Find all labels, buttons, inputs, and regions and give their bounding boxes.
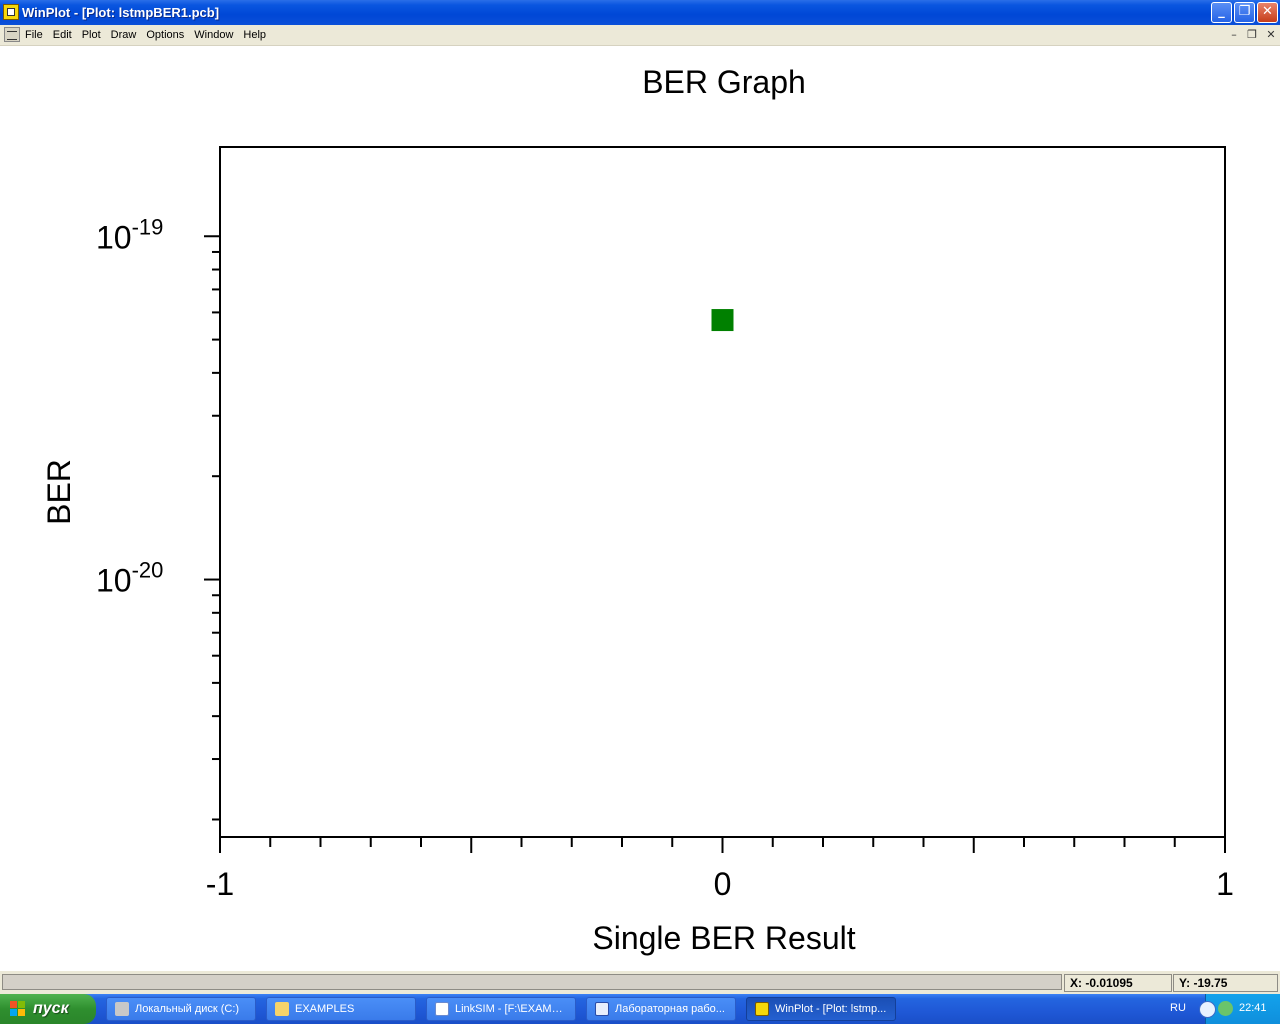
mdi-close-button[interactable]: ✕ — [1263, 28, 1279, 42]
y-axis-ticks — [204, 235, 220, 821]
word-document-icon — [595, 1002, 609, 1016]
task-linksim[interactable]: LinkSIM - [F:\EXAMPL... — [426, 997, 576, 1021]
start-button[interactable]: пуск — [0, 994, 96, 1024]
ber-chart[interactable]: BER Graph -1 0 1 10-19 10-20 Single BER Res… — [0, 46, 1280, 970]
minimize-button[interactable]: _ — [1211, 2, 1232, 23]
data-point-marker — [711, 309, 734, 332]
system-tray: 22:41 — [1199, 994, 1280, 1024]
chart-title: BER Graph — [642, 64, 806, 100]
language-indicator[interactable]: RU — [1170, 1002, 1186, 1014]
winplot-app-icon[interactable] — [3, 4, 19, 20]
menu-items: File Edit Plot Draw Options Window Help — [20, 28, 271, 42]
winplot-icon — [755, 1002, 769, 1016]
x-tick-label: -1 — [206, 866, 234, 902]
document-system-menu-icon[interactable] — [4, 27, 20, 42]
mdi-restore-button[interactable]: ❐ — [1244, 28, 1260, 42]
task-label: LinkSIM - [F:\EXAMPL... — [455, 1003, 569, 1015]
show-hidden-icons-chevron-icon[interactable] — [1199, 1001, 1216, 1018]
x-coordinate-readout: X: -0.01095 — [1064, 974, 1172, 992]
task-label: WinPlot - [Plot: lstmp... — [775, 1003, 887, 1015]
folder-icon — [275, 1002, 289, 1016]
windows-flag-icon — [10, 1001, 26, 1017]
mdi-minimize-button[interactable]: – — [1226, 28, 1242, 42]
task-label: EXAMPLES — [295, 1003, 355, 1015]
window-title: WinPlot - [Plot: lstmpBER1.pcb] — [22, 5, 220, 20]
app-window-icon — [435, 1002, 449, 1016]
x-axis-label: Single BER Result — [592, 920, 855, 956]
title-bar[interactable]: WinPlot - [Plot: lstmpBER1.pcb] _ ❐ ✕ — [0, 0, 1280, 25]
y-axis-tick-labels: 10-19 10-20 — [96, 214, 163, 598]
x-axis-ticks — [219, 837, 1226, 853]
restore-button[interactable]: ❐ — [1234, 2, 1255, 23]
menu-plot[interactable]: Plot — [77, 28, 106, 42]
y-tick-label: 10-20 — [96, 558, 163, 599]
menu-help[interactable]: Help — [238, 28, 271, 42]
x-axis-tick-labels: -1 0 1 — [206, 866, 1234, 902]
taskbar: пуск Локальный диск (C:) EXAMPLES LinkSI… — [0, 994, 1280, 1024]
x-tick-label: 0 — [714, 866, 732, 902]
data-points — [711, 309, 734, 332]
clock[interactable]: 22:41 — [1239, 1002, 1267, 1014]
close-button[interactable]: ✕ — [1257, 2, 1278, 23]
start-label: пуск — [33, 1000, 69, 1017]
task-label: Локальный диск (C:) — [135, 1003, 240, 1015]
status-bar: X: -0.01095 Y: -19.75 — [0, 970, 1280, 995]
menu-draw[interactable]: Draw — [106, 28, 142, 42]
menu-edit[interactable]: Edit — [48, 28, 77, 42]
y-axis-label: BER — [41, 459, 77, 525]
task-examples-folder[interactable]: EXAMPLES — [266, 997, 416, 1021]
network-tray-icon[interactable] — [1218, 1001, 1233, 1016]
task-winplot[interactable]: WinPlot - [Plot: lstmp... — [746, 997, 896, 1021]
drive-icon — [115, 1002, 129, 1016]
y-coordinate-readout: Y: -19.75 — [1173, 974, 1278, 992]
x-tick-label: 1 — [1216, 866, 1234, 902]
y-tick-label: 10-19 — [96, 214, 163, 255]
task-word-document[interactable]: Лабораторная рабо... — [586, 997, 736, 1021]
task-label: Лабораторная рабо... — [615, 1003, 725, 1015]
plot-frame — [219, 146, 1226, 838]
menu-options[interactable]: Options — [141, 28, 189, 42]
menu-file[interactable]: File — [20, 28, 48, 42]
task-local-disk[interactable]: Локальный диск (C:) — [106, 997, 256, 1021]
menu-bar: File Edit Plot Draw Options Window Help … — [0, 25, 1280, 46]
status-message-pane — [2, 974, 1062, 990]
menu-window[interactable]: Window — [189, 28, 238, 42]
